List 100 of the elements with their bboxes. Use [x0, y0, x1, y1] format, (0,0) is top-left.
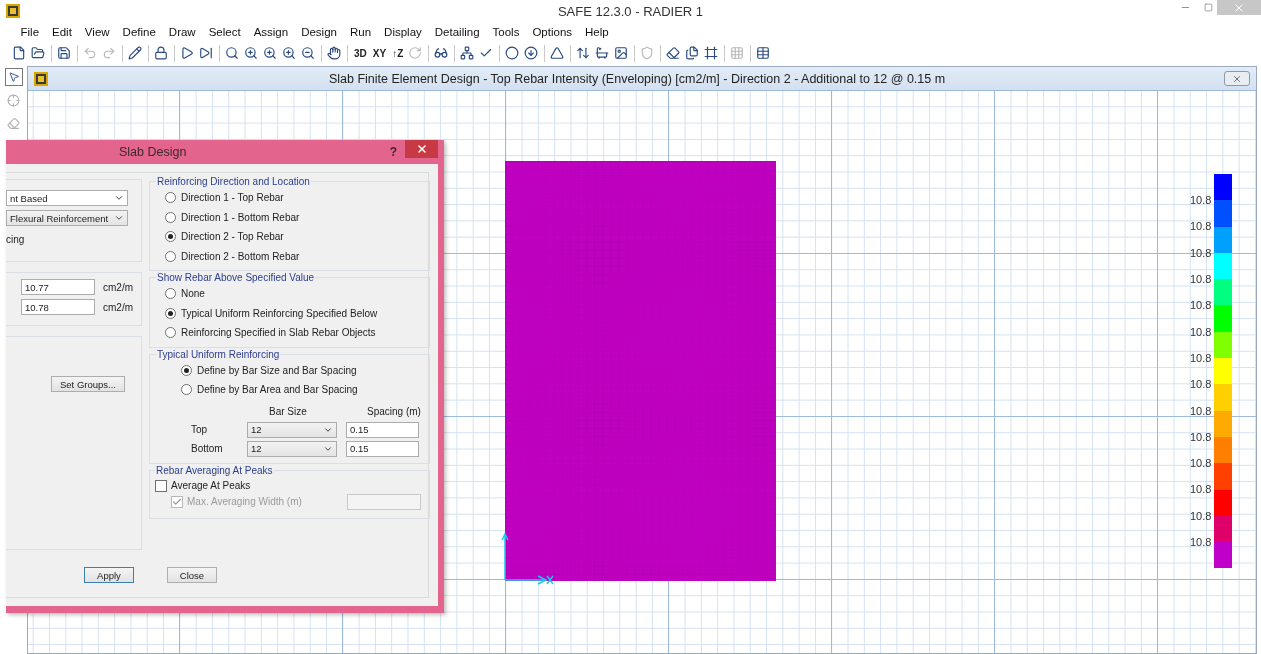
- zoom-out-icon[interactable]: [299, 44, 316, 62]
- bar-size-dropdown[interactable]: 12: [247, 440, 337, 457]
- legend-value: 10.8: [1190, 350, 1212, 366]
- column-header: Spacing (m): [367, 405, 421, 417]
- legend-value: 10.8: [1190, 219, 1212, 235]
- row-label: Bottom: [191, 443, 224, 454]
- option-label: Define by Bar Area and Bar Spacing: [197, 384, 358, 396]
- option-label: Max. Averaging Width (m): [187, 496, 302, 507]
- radio-button[interactable]: [181, 364, 192, 376]
- zoom-in-icon[interactable]: [280, 44, 297, 62]
- group-title: Show Rebar Above Specified Value: [156, 272, 316, 283]
- image-icon[interactable]: [612, 44, 630, 62]
- network-icon[interactable]: [458, 44, 476, 62]
- option-label: Typical Uniform Reinforcing Specified Below: [181, 307, 378, 319]
- radio-button[interactable]: [165, 192, 176, 204]
- legend-value: 10.8: [1190, 193, 1212, 209]
- search-icon[interactable]: [223, 44, 240, 62]
- legend-value: 10.8: [1190, 298, 1212, 314]
- maximize-icon: [1203, 3, 1213, 12]
- value-field[interactable]: 10.78: [21, 299, 95, 315]
- dialog-button[interactable]: Apply: [84, 567, 134, 583]
- menu-item[interactable]: Options: [525, 26, 579, 38]
- zoom-in-icon[interactable]: [242, 44, 259, 62]
- hand-icon[interactable]: [325, 44, 342, 62]
- circle-icon[interactable]: [503, 44, 521, 62]
- option-label: Direction 2 - Top Rebar: [181, 231, 284, 243]
- close-icon: [1232, 73, 1242, 84]
- menu-item[interactable]: Edit: [45, 26, 79, 38]
- menu-item[interactable]: Assign: [247, 26, 295, 38]
- option-label: None: [181, 288, 205, 300]
- radio-button[interactable]: [165, 250, 176, 262]
- table-icon[interactable]: [754, 44, 772, 62]
- legend-value: 10.8: [1190, 482, 1212, 498]
- close-button[interactable]: [1224, 71, 1250, 86]
- pointer-icon[interactable]: [4, 68, 23, 86]
- dialog-title: Slab Design: [119, 145, 187, 159]
- lock-icon[interactable]: [152, 44, 169, 62]
- spacing-field[interactable]: 0.15: [346, 440, 419, 457]
- set-groups-button[interactable]: Set Groups...: [51, 376, 125, 392]
- axes-drawing: [501, 532, 554, 585]
- dropdown[interactable]: nt Based: [6, 190, 128, 206]
- dialog-button[interactable]: Close: [167, 567, 217, 583]
- frame-icon[interactable]: [702, 44, 720, 62]
- menu-item[interactable]: View: [78, 26, 117, 38]
- triangle-icon[interactable]: [548, 44, 566, 62]
- menu-item[interactable]: Run: [343, 26, 378, 38]
- group-title: Rebar Averaging At Peaks: [155, 464, 274, 476]
- check-icon: [172, 496, 182, 507]
- view-button[interactable]: ↑Z: [389, 44, 407, 62]
- menu-item[interactable]: Detailing: [428, 26, 487, 38]
- menu-item[interactable]: Help: [578, 26, 616, 38]
- eraser-icon[interactable]: [664, 44, 682, 62]
- bar-size-dropdown[interactable]: 12: [247, 421, 337, 438]
- menu-item[interactable]: Tools: [486, 26, 526, 38]
- legend-value: 10.8: [1190, 324, 1212, 340]
- menu-item[interactable]: Select: [202, 26, 248, 38]
- radio-button[interactable]: [165, 231, 176, 243]
- width-field[interactable]: [346, 493, 421, 510]
- radio-button[interactable]: [165, 307, 176, 319]
- group-title: Typical Uniform Reinforcing: [156, 348, 281, 360]
- radio-button[interactable]: [165, 288, 176, 300]
- menu-item[interactable]: File: [14, 26, 46, 38]
- menu-item[interactable]: Design: [294, 26, 344, 38]
- legend-value: 10.8: [1190, 245, 1212, 261]
- dropdown[interactable]: Flexural Reinforcement: [6, 210, 128, 226]
- row-label: Top: [191, 424, 209, 435]
- view-button[interactable]: 3D: [351, 44, 370, 62]
- files-icon[interactable]: [683, 44, 701, 62]
- radio-button[interactable]: [165, 211, 176, 223]
- pencil-icon[interactable]: [126, 44, 143, 62]
- zoom-in-icon[interactable]: [261, 44, 278, 62]
- column-header: Bar Size: [269, 405, 308, 417]
- view-button[interactable]: XY: [369, 44, 390, 62]
- spacing-field[interactable]: 0.15: [346, 421, 419, 438]
- radio-button[interactable]: [165, 327, 176, 339]
- save-icon[interactable]: [55, 44, 72, 62]
- app-icon: [6, 4, 20, 18]
- radio-button[interactable]: [181, 384, 192, 396]
- help-button[interactable]: ?: [383, 145, 403, 159]
- value-field[interactable]: 10.77: [21, 279, 95, 295]
- menu-item[interactable]: Display: [377, 26, 429, 38]
- app-icon: [34, 71, 48, 86]
- legend-value: 10.8: [1190, 377, 1212, 393]
- unit-label: cm2/m: [103, 281, 133, 293]
- arrow-down-circle-icon[interactable]: [522, 44, 540, 62]
- legend-value: 10.8: [1190, 272, 1212, 288]
- window-title: SAFE 12.3.0 - RADIER 1: [556, 3, 705, 19]
- menu-item[interactable]: Draw: [162, 26, 203, 38]
- checkbox[interactable]: [155, 479, 167, 492]
- option-label: Reinforcing Specified in Slab Rebar Objects: [181, 327, 376, 339]
- option-label: Average At Peaks: [171, 480, 251, 491]
- close-button[interactable]: [405, 140, 438, 158]
- legend-value: 10.8: [1190, 508, 1212, 524]
- option-label: Direction 1 - Bottom Rebar: [181, 211, 300, 223]
- menu-item[interactable]: Define: [116, 26, 163, 38]
- option-label: Direction 1 - Top Rebar: [181, 192, 284, 204]
- unit-label: cm2/m: [103, 301, 133, 313]
- bath-icon[interactable]: [593, 44, 611, 62]
- view-title: Slab Finite Element Design - Top Rebar Intensity (Enveloping) [cm2/m] - Direction 2 - Additional to 12 @ 0.15 m: [327, 71, 947, 86]
- legend-value: 10.8: [1190, 456, 1212, 472]
